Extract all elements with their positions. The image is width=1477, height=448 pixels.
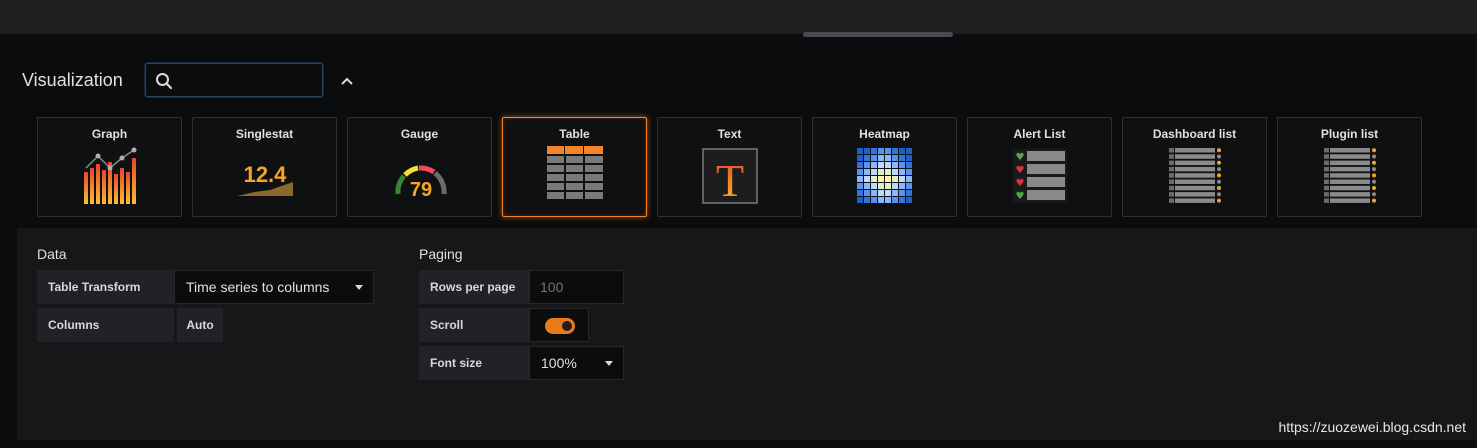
visualization-search-input[interactable] bbox=[178, 70, 320, 92]
table-transform-label: Table Transform bbox=[37, 270, 174, 304]
viz-card-label: Text bbox=[717, 127, 742, 141]
text-glyph: T bbox=[716, 155, 744, 206]
caret-down-icon bbox=[605, 361, 613, 366]
table-transform-value: Time series to columns bbox=[186, 279, 330, 295]
viz-card-dashboard-list[interactable]: Dashboard list bbox=[1122, 117, 1267, 217]
graph-icon bbox=[84, 147, 137, 204]
rows-per-page-label: Rows per page bbox=[419, 270, 529, 304]
viz-card-label: Table bbox=[559, 127, 590, 141]
svg-text:♥: ♥ bbox=[1016, 152, 1025, 163]
viz-card-label: Alert List bbox=[1013, 127, 1066, 141]
viz-card-label: Singlestat bbox=[235, 127, 294, 141]
viz-card-text[interactable]: Text T bbox=[657, 117, 802, 217]
options-panel: Data Table Transform Time series to colu… bbox=[17, 228, 1477, 440]
viz-card-table[interactable]: Table bbox=[502, 117, 647, 217]
viz-card-label: Gauge bbox=[400, 127, 439, 141]
visualization-title: Visualization bbox=[22, 70, 123, 90]
scroll-label: Scroll bbox=[419, 308, 529, 342]
viz-card-label: Plugin list bbox=[1320, 127, 1379, 141]
font-size-select[interactable]: 100% bbox=[529, 346, 624, 380]
rows-per-page-input[interactable] bbox=[529, 270, 624, 304]
singlestat-icon: 12.4 bbox=[237, 162, 293, 196]
viz-card-singlestat[interactable]: Singlestat 12.4 bbox=[192, 117, 337, 217]
alert-list-icon: ♥ ♥ ♥ ♥ bbox=[1013, 149, 1067, 203]
toggle-knob bbox=[562, 321, 572, 331]
viz-card-label: Heatmap bbox=[859, 127, 910, 141]
columns-label: Columns bbox=[37, 308, 174, 342]
viz-card-label: Dashboard list bbox=[1152, 127, 1237, 141]
scroll-toggle-container bbox=[529, 308, 589, 342]
caret-down-icon bbox=[355, 285, 363, 290]
font-size-value: 100% bbox=[541, 355, 577, 371]
svg-text:♥: ♥ bbox=[1016, 165, 1025, 176]
chevron-up-icon[interactable] bbox=[338, 72, 356, 90]
paging-heading: Paging bbox=[419, 246, 463, 262]
viz-card-alert-list[interactable]: Alert List ♥ ♥ ♥ ♥ bbox=[967, 117, 1112, 217]
dashboard-list-icon bbox=[1169, 148, 1221, 203]
table-transform-select[interactable]: Time series to columns bbox=[174, 270, 374, 304]
heatmap-icon bbox=[857, 148, 912, 203]
font-size-label: Font size bbox=[419, 346, 529, 380]
singlestat-value: 12.4 bbox=[244, 162, 288, 187]
gauge-value: 79 bbox=[410, 179, 432, 201]
gauge-icon: 79 bbox=[395, 165, 447, 201]
text-icon: T bbox=[702, 148, 758, 206]
columns-auto-button[interactable]: Auto bbox=[177, 308, 223, 342]
viz-card-heatmap[interactable]: Heatmap bbox=[812, 117, 957, 217]
watermark-text: https://zuozewei.blog.csdn.net bbox=[1278, 419, 1466, 435]
svg-text:♥: ♥ bbox=[1016, 178, 1025, 189]
data-heading: Data bbox=[37, 246, 67, 262]
top-panel-area bbox=[0, 0, 1477, 34]
viz-card-plugin-list[interactable]: Plugin list bbox=[1277, 117, 1422, 217]
scroll-toggle[interactable] bbox=[545, 318, 575, 334]
visualization-search-box[interactable] bbox=[145, 63, 323, 97]
viz-card-graph[interactable]: Graph bbox=[37, 117, 182, 217]
table-icon bbox=[547, 146, 603, 199]
search-icon bbox=[156, 73, 173, 90]
svg-text:♥: ♥ bbox=[1016, 191, 1025, 202]
viz-card-gauge[interactable]: Gauge 79 bbox=[347, 117, 492, 217]
viz-card-label: Graph bbox=[91, 127, 128, 141]
plugin-list-icon bbox=[1324, 148, 1376, 203]
